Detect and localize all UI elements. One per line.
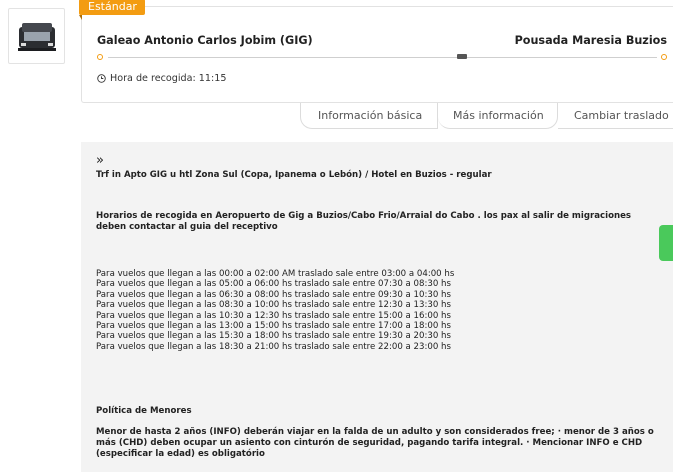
destination-name: Pousada Maresia Buzios bbox=[514, 34, 667, 47]
more-info-panel: » Trf in Apto GIG u htl Zona Sul (Copa, … bbox=[81, 142, 673, 472]
clock-icon bbox=[97, 74, 106, 83]
pickup-note: Horarios de recogida en Aeropuerto de Gi… bbox=[96, 211, 632, 232]
expand-arrow-icon: » bbox=[96, 153, 104, 168]
policy-title: Política de Menores bbox=[96, 406, 192, 416]
schedule-line: Para vuelos que llegan a las 13:00 a 15:… bbox=[96, 321, 451, 332]
tab-basic-info[interactable]: Información básica bbox=[300, 103, 438, 129]
schedule-line: Para vuelos que llegan a las 15:30 a 18:… bbox=[96, 331, 451, 342]
route-line bbox=[108, 57, 657, 58]
tab-more-info[interactable]: Más información bbox=[438, 103, 558, 129]
schedule-line: Para vuelos que llegan a las 06:30 a 08:… bbox=[96, 289, 451, 300]
tab-bar: Información básica Más información Cambi… bbox=[300, 103, 673, 129]
schedule-line: Para vuelos que llegan a las 05:00 a 06:… bbox=[96, 279, 451, 290]
origin-dot bbox=[97, 54, 103, 60]
tab-change-transfer[interactable]: Cambiar traslado bbox=[558, 103, 673, 129]
whatsapp-chat-button[interactable] bbox=[659, 225, 673, 261]
schedule-line: Para vuelos que llegan a las 10:30 a 12:… bbox=[96, 310, 451, 321]
schedule-line: Para vuelos que llegan a las 18:30 a 21:… bbox=[96, 341, 451, 352]
service-name: Trf in Apto GIG u htl Zona Sul (Copa, Ip… bbox=[96, 170, 492, 180]
van-icon bbox=[18, 23, 56, 51]
schedule-line: Para vuelos que llegan a las 08:30 a 10:… bbox=[96, 300, 451, 311]
category-badge: Estándar bbox=[79, 0, 145, 20]
transfer-card: Estándar Galeao Antonio Carlos Jobim (GI… bbox=[79, 0, 673, 103]
vehicle-thumbnail bbox=[8, 8, 65, 64]
pickup-time: Hora de recogida: 11:15 bbox=[97, 73, 226, 84]
pickup-label: Hora de recogida: 11:15 bbox=[110, 73, 227, 84]
schedule-list: Para vuelos que llegan a las 00:00 a 02:… bbox=[96, 269, 454, 352]
origin-name: Galeao Antonio Carlos Jobim (GIG) bbox=[97, 34, 313, 47]
car-icon bbox=[457, 54, 467, 59]
schedule-line: Para vuelos que llegan a las 00:00 a 02:… bbox=[96, 269, 455, 279]
policy-text: Menor de hasta 2 años (INFO) deberán via… bbox=[96, 427, 654, 460]
destination-dot bbox=[661, 54, 667, 60]
